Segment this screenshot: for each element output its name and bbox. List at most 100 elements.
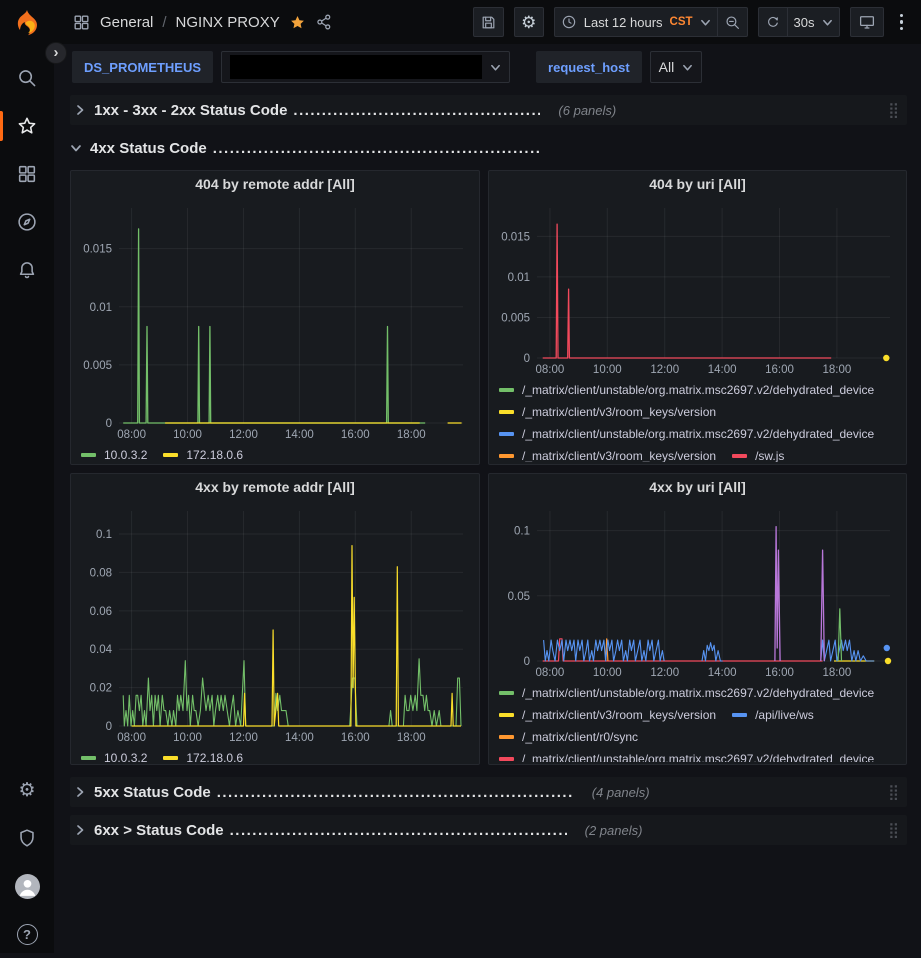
sidebar-item-help[interactable]: ? bbox=[0, 910, 54, 958]
svg-text:18:00: 18:00 bbox=[823, 364, 852, 376]
panel-title[interactable]: 404 by remote addr [All] bbox=[79, 176, 471, 200]
refresh-interval-picker[interactable]: 30s bbox=[788, 7, 840, 37]
chevron-right-icon bbox=[74, 786, 86, 798]
legend-label: 10.0.3.2 bbox=[104, 751, 147, 763]
shield-icon bbox=[16, 827, 38, 849]
variable-select-request-host[interactable]: All bbox=[650, 51, 703, 83]
svg-text:14:00: 14:00 bbox=[708, 364, 737, 376]
refresh-button[interactable] bbox=[758, 7, 788, 37]
row-title-dots: ........................................… bbox=[293, 102, 540, 119]
bell-icon bbox=[16, 259, 38, 281]
sidebar-item-starred[interactable] bbox=[0, 102, 54, 150]
sidebar-item-search[interactable] bbox=[0, 54, 54, 102]
svg-text:0.015: 0.015 bbox=[501, 231, 530, 243]
dashboard-settings-button[interactable]: ⚙ bbox=[514, 7, 544, 37]
legend-label: 172.18.0.6 bbox=[186, 448, 243, 462]
dashboard-icon bbox=[72, 13, 91, 32]
chart-canvas[interactable]: 08:0010:0012:0014:0016:0018:0000.0050.01… bbox=[79, 200, 471, 443]
panel-title[interactable]: 4xx by uri [All] bbox=[497, 479, 898, 503]
legend-label: /api/live/ws bbox=[755, 708, 814, 722]
svg-text:0.1: 0.1 bbox=[96, 529, 112, 541]
svg-text:18:00: 18:00 bbox=[397, 429, 426, 441]
user-icon bbox=[15, 874, 40, 899]
grafana-logo-icon[interactable] bbox=[11, 8, 43, 40]
gear-icon: ⚙ bbox=[521, 14, 536, 31]
legend-item[interactable]: 172.18.0.6 bbox=[163, 445, 243, 462]
legend-item[interactable]: /_matrix/client/r0/sync bbox=[499, 727, 638, 746]
svg-text:16:00: 16:00 bbox=[341, 429, 370, 441]
breadcrumb: General / NGINX PROXY bbox=[72, 13, 333, 32]
share-icon[interactable] bbox=[315, 13, 333, 31]
legend-item[interactable]: 10.0.3.2 bbox=[81, 445, 147, 462]
monitor-icon bbox=[858, 13, 876, 31]
legend-item[interactable]: 172.18.0.6 bbox=[163, 748, 243, 762]
dashboards-grid-icon bbox=[16, 163, 38, 185]
timezone-label: CST bbox=[670, 16, 693, 28]
legend-item[interactable]: /_matrix/client/unstable/org.matrix.msc2… bbox=[499, 380, 874, 399]
svg-text:0.05: 0.05 bbox=[508, 591, 530, 603]
legend-item[interactable]: /_matrix/client/unstable/org.matrix.msc2… bbox=[499, 749, 874, 762]
legend-item[interactable]: /_matrix/client/unstable/org.matrix.msc2… bbox=[499, 683, 874, 702]
chart-canvas[interactable]: 08:0010:0012:0014:0016:0018:0000.020.040… bbox=[79, 503, 471, 746]
sidebar-item-alerting[interactable] bbox=[0, 246, 54, 294]
star-filled-icon[interactable] bbox=[289, 14, 306, 31]
sidebar-item-dashboards[interactable] bbox=[0, 150, 54, 198]
row-drag-handle[interactable]: ⣿ bbox=[886, 823, 901, 838]
row-6xx[interactable]: 6xx > Status Code ......................… bbox=[70, 815, 907, 845]
legend-swatch bbox=[499, 691, 514, 695]
time-range-picker[interactable]: Last 12 hours CST bbox=[554, 7, 718, 37]
row-title-dots: ........................................… bbox=[213, 140, 540, 157]
more-options-button[interactable] bbox=[894, 10, 910, 35]
row-drag-handle[interactable]: ⣿ bbox=[886, 103, 901, 118]
svg-text:0.1: 0.1 bbox=[514, 526, 530, 538]
sidebar-item-explore[interactable] bbox=[0, 198, 54, 246]
panel-4xx-by-remote-addr: 4xx by remote addr [All] 08:0010:0012:00… bbox=[70, 473, 480, 765]
row-drag-handle[interactable]: ⣿ bbox=[886, 785, 901, 800]
breadcrumb-folder[interactable]: General bbox=[100, 14, 153, 31]
zoom-out-time-button[interactable] bbox=[718, 7, 748, 37]
panel-title[interactable]: 404 by uri [All] bbox=[497, 176, 898, 200]
legend-item[interactable]: 10.0.3.2 bbox=[81, 748, 147, 762]
refresh-interval-label: 30s bbox=[794, 15, 815, 30]
variable-select-ds-prometheus[interactable] bbox=[221, 51, 510, 83]
legend-item[interactable]: /_matrix/client/v3/room_keys/version bbox=[499, 705, 716, 724]
svg-text:08:00: 08:00 bbox=[536, 667, 565, 679]
compass-icon bbox=[16, 211, 38, 233]
breadcrumb-dashboard-title[interactable]: NGINX PROXY bbox=[176, 14, 280, 31]
legend-label: /_matrix/client/v3/room_keys/version bbox=[522, 405, 716, 419]
chevron-right-icon: › bbox=[54, 44, 59, 61]
variable-label-ds-prometheus: DS_PROMETHEUS bbox=[72, 51, 213, 83]
svg-text:08:00: 08:00 bbox=[117, 429, 146, 441]
row-4xx[interactable]: 4xx Status Code ........................… bbox=[70, 133, 907, 163]
tv-mode-button[interactable] bbox=[850, 7, 884, 37]
sidebar-item-profile[interactable] bbox=[0, 862, 54, 910]
panel-404-by-remote-addr: 404 by remote addr [All] 08:0010:0012:00… bbox=[70, 170, 480, 465]
legend-label: /_matrix/client/unstable/org.matrix.msc2… bbox=[522, 427, 874, 441]
legend-item[interactable]: /_matrix/client/unstable/org.matrix.msc2… bbox=[499, 424, 874, 443]
sidebar-expand-button[interactable]: › bbox=[45, 42, 67, 64]
legend-item[interactable]: /api/live/ws bbox=[732, 705, 814, 724]
legend-label: /_matrix/client/v3/room_keys/version bbox=[522, 708, 716, 722]
help-icon: ? bbox=[17, 924, 38, 945]
chart-canvas[interactable]: 08:0010:0012:0014:0016:0018:0000.0050.01… bbox=[497, 200, 898, 378]
legend-label: /sw.js bbox=[755, 449, 784, 463]
chevron-down-icon bbox=[70, 142, 82, 154]
svg-text:16:00: 16:00 bbox=[765, 667, 794, 679]
svg-text:0.08: 0.08 bbox=[90, 567, 112, 579]
row-5xx[interactable]: 5xx Status Code ........................… bbox=[70, 777, 907, 807]
panel-title[interactable]: 4xx by remote addr [All] bbox=[79, 479, 471, 503]
legend-swatch bbox=[499, 713, 514, 717]
legend-swatch bbox=[163, 756, 178, 760]
search-icon bbox=[16, 67, 38, 89]
chart-canvas[interactable]: 08:0010:0012:0014:0016:0018:0000.050.1 bbox=[497, 503, 898, 681]
svg-text:0: 0 bbox=[524, 656, 530, 668]
sidebar-item-server-admin[interactable] bbox=[0, 814, 54, 862]
row-1xx-3xx-2xx[interactable]: 1xx - 3xx - 2xx Status Code ............… bbox=[70, 95, 907, 125]
sidebar-item-configuration[interactable]: ⚙ bbox=[0, 766, 54, 814]
legend-item[interactable]: /_matrix/client/v3/room_keys/version bbox=[499, 446, 716, 462]
legend-item[interactable]: /sw.js bbox=[732, 446, 784, 462]
svg-text:12:00: 12:00 bbox=[229, 429, 258, 441]
legend-item[interactable]: /_matrix/client/v3/room_keys/version bbox=[499, 402, 716, 421]
save-dashboard-button[interactable] bbox=[473, 7, 504, 37]
svg-text:10:00: 10:00 bbox=[593, 364, 622, 376]
